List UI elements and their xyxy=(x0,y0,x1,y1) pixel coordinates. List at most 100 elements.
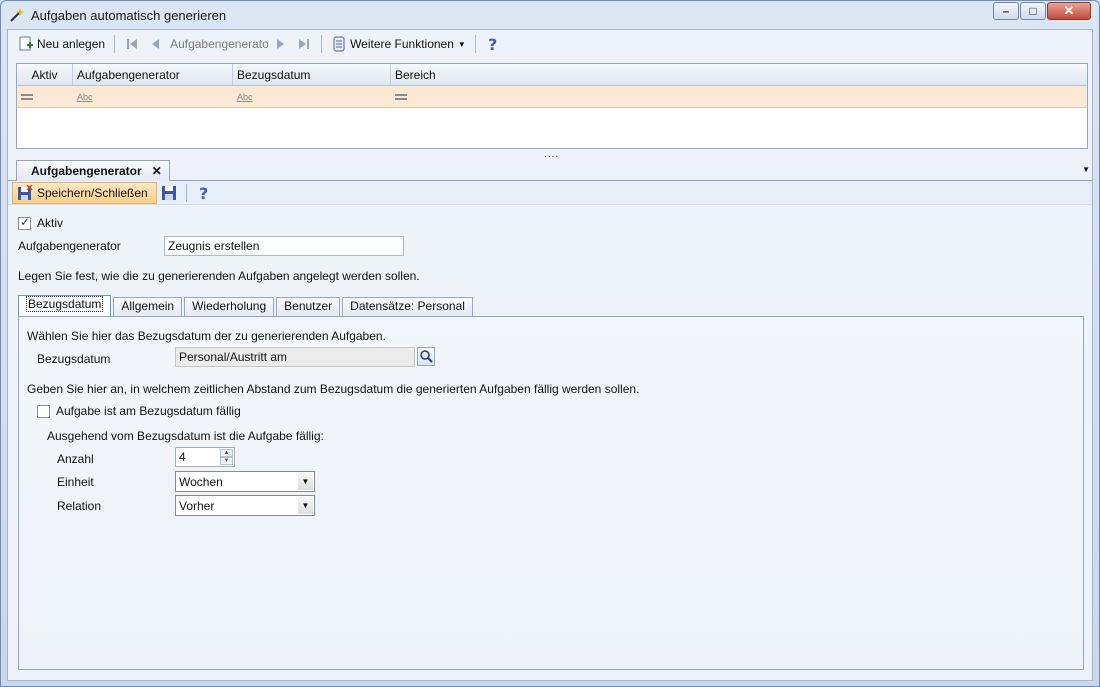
filter-cell-aktiv[interactable] xyxy=(17,86,73,107)
relation-label: Relation xyxy=(57,499,102,513)
active-label: Aktiv xyxy=(37,216,64,230)
relation-select[interactable]: Vorher ▼ xyxy=(175,495,315,516)
new-button-label: Neu anlegen xyxy=(37,37,106,51)
count-value: 4 xyxy=(179,450,186,464)
save-close-icon xyxy=(18,184,33,200)
title-bar: Aufgaben automatisch generieren – □ ✕ xyxy=(1,1,1099,29)
unit-select[interactable]: Wochen ▼ xyxy=(175,471,315,492)
from-date-label: Ausgehend vom Bezugsdatum ist die Aufgab… xyxy=(47,429,324,443)
window-title: Aufgaben automatisch generieren xyxy=(31,8,227,23)
column-header-bereich[interactable]: Bereich xyxy=(391,64,1087,85)
save-close-label: Speichern/Schließen xyxy=(37,185,148,200)
more-functions-label: Weitere Funktionen xyxy=(350,37,454,51)
previous-record-button[interactable] xyxy=(144,33,168,55)
tab-list-dropdown-icon[interactable]: ▼ xyxy=(1082,165,1090,174)
close-window-button[interactable]: ✕ xyxy=(1047,2,1091,20)
app-window: Aufgaben automatisch generieren – □ ✕ Ne… xyxy=(0,0,1100,687)
ref-date-lookup-button[interactable] xyxy=(417,347,435,366)
generator-form: Aktiv Aufgabengenerator Zeugnis erstelle… xyxy=(8,206,1092,682)
grid-header: Aktiv Aufgabengenerator Bezugsdatum Bere… xyxy=(17,64,1087,86)
grid-filter-row: Abc Abc xyxy=(17,86,1087,108)
main-toolbar: Neu anlegen Aufgabengenerator Weitere Fu… xyxy=(8,30,1092,58)
stepper-up-icon[interactable]: ▲ xyxy=(220,449,233,457)
tab-allgemein[interactable]: Allgemein xyxy=(113,297,183,316)
generator-name-input[interactable]: Zeugnis erstellen xyxy=(164,236,404,256)
help-button[interactable]: ? xyxy=(481,33,505,55)
svg-text:?: ? xyxy=(199,185,208,201)
svg-text:?: ? xyxy=(488,36,497,52)
minimize-button[interactable]: – xyxy=(993,2,1019,20)
abc-filter-icon: Abc xyxy=(77,91,93,102)
tab-benutzer[interactable]: Benutzer xyxy=(276,297,341,316)
client-area: Neu anlegen Aufgabengenerator Weitere Fu… xyxy=(7,29,1093,681)
new-button[interactable]: Neu anlegen xyxy=(14,33,109,55)
save-close-button[interactable]: Speichern/Schließen xyxy=(12,181,157,204)
save-icon xyxy=(161,185,176,200)
toolbar-separator xyxy=(185,183,187,202)
previous-icon xyxy=(152,39,160,49)
form-intro-text: Legen Sie fest, wie die zu generierenden… xyxy=(18,269,420,283)
chevron-down-icon: ▼ xyxy=(298,473,313,490)
equals-icon xyxy=(21,93,33,100)
new-document-icon xyxy=(19,36,33,51)
last-icon xyxy=(299,39,310,49)
record-navigator-field[interactable]: Aufgabengenerator xyxy=(168,35,268,53)
help-button-detail[interactable]: ? xyxy=(192,182,216,204)
stepper-down-icon[interactable]: ▼ xyxy=(220,457,233,465)
close-icon: ✕ xyxy=(1063,3,1075,18)
count-stepper[interactable]: 4 ▲ ▼ xyxy=(175,447,235,467)
document-tabstrip: Aufgabengenerator ✕ ▼ xyxy=(8,159,1092,181)
filter-cell-aufgabengenerator[interactable]: Abc xyxy=(73,86,233,107)
generator-label: Aufgabengenerator xyxy=(18,239,121,253)
generator-grid: Aktiv Aufgabengenerator Bezugsdatum Bere… xyxy=(16,63,1088,149)
due-on-date-label: Aufgabe ist am Bezugsdatum fällig xyxy=(56,404,241,418)
toolbar-separator xyxy=(114,35,116,53)
tab-panel-bezugsdatum: Wählen Sie hier das Bezugsdatum der zu g… xyxy=(18,316,1084,670)
tab-bezugsdatum-label: Bezugsdatum xyxy=(26,296,104,312)
close-tab-icon[interactable]: ✕ xyxy=(152,164,162,178)
wand-icon xyxy=(10,8,24,22)
chevron-down-icon: ▼ xyxy=(298,497,313,514)
more-functions-dropdown[interactable]: Weitere Funktionen ▼ xyxy=(327,33,470,55)
tab-bezugsdatum[interactable]: Bezugsdatum xyxy=(18,295,112,316)
due-on-date-row: Aufgabe ist am Bezugsdatum fällig xyxy=(37,404,241,418)
first-record-button[interactable] xyxy=(120,33,144,55)
script-icon xyxy=(333,36,345,52)
abc-filter-icon: Abc xyxy=(237,91,253,102)
help-icon: ? xyxy=(199,185,208,201)
equals-icon xyxy=(395,93,407,100)
filter-cell-bezugsdatum[interactable]: Abc xyxy=(233,86,391,107)
next-icon xyxy=(277,39,285,49)
detail-toolbar: Speichern/Schließen ? xyxy=(8,181,1092,205)
active-checkbox[interactable] xyxy=(18,215,31,230)
document-tab-aufgabengenerator[interactable]: Aufgabengenerator ✕ xyxy=(16,160,170,181)
magnifier-icon xyxy=(420,350,433,363)
settings-tabs: Bezugsdatum Allgemein Wiederholung Benut… xyxy=(18,295,475,316)
maximize-icon: □ xyxy=(1029,4,1037,18)
ref-date-field[interactable]: Personal/Austritt am xyxy=(175,347,415,367)
tab-datensaetze-personal[interactable]: Datensätze: Personal xyxy=(342,297,473,316)
column-header-bezugsdatum[interactable]: Bezugsdatum xyxy=(233,64,391,85)
filter-cell-bereich[interactable] xyxy=(391,86,1087,107)
column-header-aufgabengenerator[interactable]: Aufgabengenerator xyxy=(73,64,233,85)
due-on-date-checkbox[interactable] xyxy=(37,404,50,418)
first-icon xyxy=(127,39,138,49)
ref-date-hint: Wählen Sie hier das Bezugsdatum der zu g… xyxy=(27,329,386,343)
tab-wiederholung[interactable]: Wiederholung xyxy=(184,297,275,316)
unit-selected-value: Wochen xyxy=(179,475,223,489)
last-record-button[interactable] xyxy=(292,33,316,55)
help-icon: ? xyxy=(488,36,497,52)
active-row: Aktiv xyxy=(18,215,64,230)
minimize-icon: – xyxy=(1002,4,1010,18)
toolbar-separator xyxy=(474,35,476,53)
unit-label: Einheit xyxy=(57,475,94,489)
column-header-aktiv[interactable]: Aktiv xyxy=(17,64,73,85)
count-label: Anzahl xyxy=(57,452,94,466)
ref-date-label: Bezugsdatum xyxy=(37,352,111,366)
toolbar-separator xyxy=(321,35,323,53)
maximize-button[interactable]: □ xyxy=(1020,2,1046,20)
next-record-button[interactable] xyxy=(268,33,292,55)
due-interval-hint: Geben Sie hier an, in welchem zeitlichen… xyxy=(27,382,640,396)
relation-selected-value: Vorher xyxy=(179,499,215,513)
save-button[interactable] xyxy=(157,182,181,204)
